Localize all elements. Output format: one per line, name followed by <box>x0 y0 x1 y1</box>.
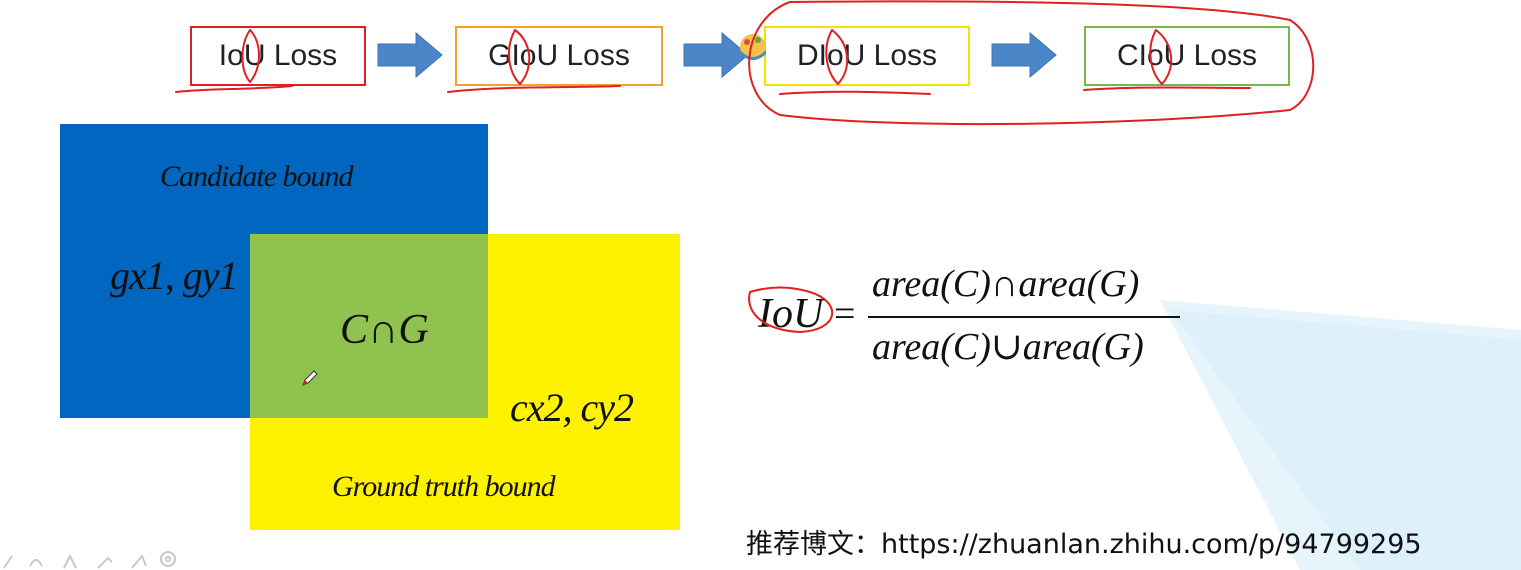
formula-denominator: area(C)∪area(G) <box>872 326 1144 368</box>
cursor-emoji-icon <box>740 34 766 60</box>
ground-truth-bound-label: Ground truth bound <box>332 470 556 503</box>
arrow-right-icon <box>377 31 443 79</box>
giou-loss-box: GIoU Loss <box>455 26 663 86</box>
pen-cursor-icon <box>302 370 318 386</box>
formula-numerator: area(C)∩area(G) <box>872 263 1140 305</box>
ciou-loss-box: CIoU Loss <box>1084 26 1290 86</box>
ground-truth-corner-label: cx2, cy2 <box>510 385 634 430</box>
formula-equals: = <box>834 293 856 335</box>
recommended-article-link[interactable]: 推荐博文：https://zhuanlan.zhihu.com/p/947992… <box>746 522 1422 561</box>
intersection-label: C∩G <box>340 307 429 353</box>
iou-loss-label: IoU Loss <box>218 39 338 72</box>
formula-lhs: IoU <box>758 291 824 337</box>
candidate-corner-label: gx1, gy1 <box>110 253 239 298</box>
iou-loss-box: IoU Loss <box>190 26 366 86</box>
giou-loss-label: GIoU Loss <box>488 39 630 72</box>
arrow-right-icon <box>991 31 1057 79</box>
ciou-loss-label: CIoU Loss <box>1116 39 1258 72</box>
candidate-bound-label: Candidate bound <box>160 160 353 193</box>
diou-loss-box: DIoU Loss <box>764 26 970 86</box>
fraction-bar <box>868 316 1180 318</box>
presentation-toolbar[interactable] <box>0 548 190 570</box>
diou-loss-label: DIoU Loss <box>796 39 938 72</box>
